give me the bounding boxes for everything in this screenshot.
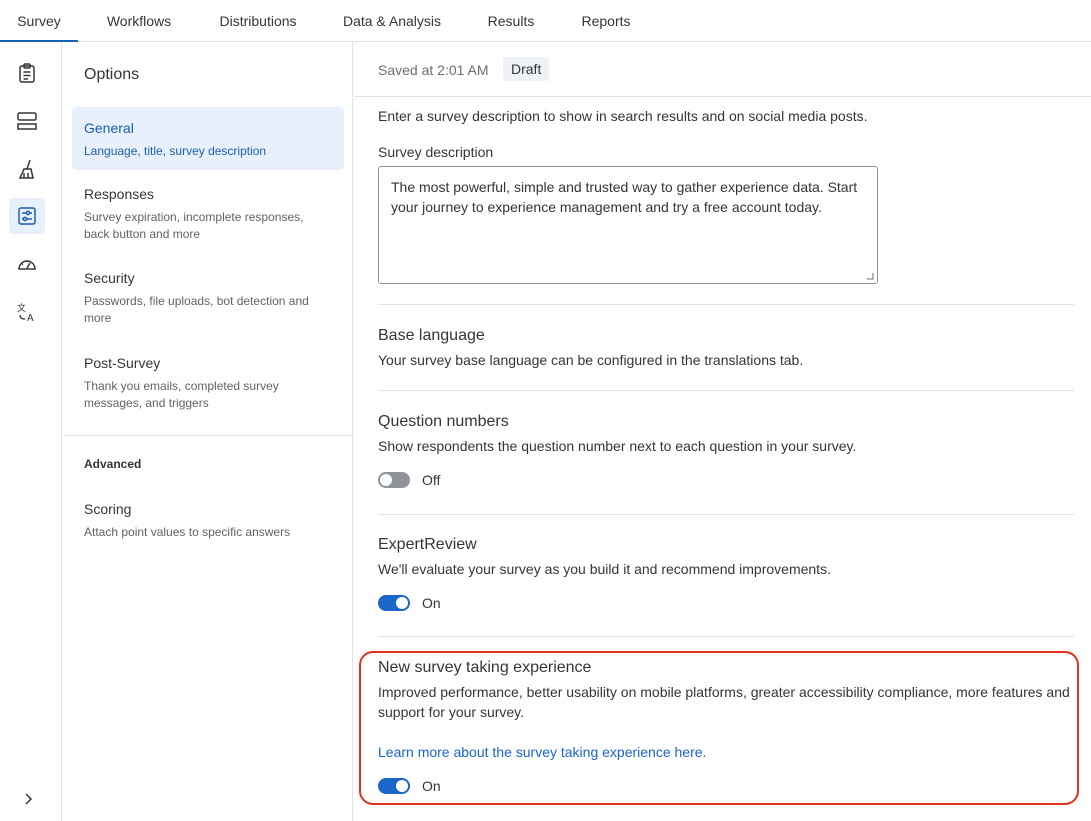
expert-review-state: On xyxy=(422,595,441,611)
section-divider xyxy=(378,514,1074,515)
tab-results[interactable]: Results xyxy=(475,0,547,42)
learn-more-link[interactable]: Learn more about the survey taking exper… xyxy=(378,744,706,760)
svg-text:文: 文 xyxy=(17,302,26,314)
options-item-label: General xyxy=(84,120,134,136)
toggle-knob xyxy=(396,597,408,609)
paintbrush-icon xyxy=(18,159,34,179)
options-item-description: Survey expiration, incomplete responses,… xyxy=(84,210,304,241)
options-item-general[interactable]: General Language, title, survey descript… xyxy=(72,107,344,170)
tab-reports[interactable]: Reports xyxy=(569,0,643,42)
question-numbers-state: Off xyxy=(422,472,441,488)
base-language-title: Base language xyxy=(378,327,485,344)
options-sidebar: Options General Language, title, survey … xyxy=(63,42,353,821)
survey-flow-button[interactable] xyxy=(9,103,45,139)
svg-text:A: A xyxy=(27,313,34,323)
top-navigation: Survey Workflows Distributions Data & An… xyxy=(0,0,1091,42)
tab-data-analysis[interactable]: Data & Analysis xyxy=(331,0,453,42)
translate-survey-button[interactable]: 文 A xyxy=(9,294,45,330)
options-title: Options xyxy=(84,66,140,83)
options-item-description: Thank you emails, completed survey messa… xyxy=(84,379,279,410)
options-item-label: Scoring xyxy=(84,501,132,517)
general-options-panel: Saved at 2:01 AM Draft Enter a survey de… xyxy=(354,42,1091,821)
options-item-label: Security xyxy=(84,270,135,286)
question-numbers-description: Show respondents the question number nex… xyxy=(378,438,857,454)
description-label: Survey description xyxy=(378,144,494,160)
tool-rail: 文 A xyxy=(0,42,62,821)
new-experience-description: Improved performance, better usability o… xyxy=(378,684,1070,720)
survey-builder-button[interactable] xyxy=(9,55,45,91)
description-help-text: Enter a survey description to show in se… xyxy=(378,108,868,124)
toggle-knob xyxy=(380,474,392,486)
options-item-post-survey[interactable]: Post-Survey Thank you emails, completed … xyxy=(72,342,344,424)
options-item-scoring[interactable]: Scoring Attach point values to specific … xyxy=(72,488,344,553)
options-item-responses[interactable]: Responses Survey expiration, incomplete … xyxy=(72,173,344,255)
expert-review-toggle[interactable] xyxy=(378,595,410,611)
expert-review-description: We'll evaluate your survey as you build … xyxy=(378,561,831,577)
look-and-feel-button[interactable] xyxy=(9,151,45,187)
options-item-security[interactable]: Security Passwords, file uploads, bot de… xyxy=(72,257,344,339)
saved-timestamp: Saved at 2:01 AM xyxy=(378,62,489,78)
resize-handle-icon[interactable] xyxy=(866,272,874,280)
survey-options-button[interactable] xyxy=(9,198,45,234)
chevron-right-icon[interactable] xyxy=(19,790,37,808)
survey-flow-icon xyxy=(17,112,37,130)
toggle-knob xyxy=(396,780,408,792)
tab-workflows[interactable]: Workflows xyxy=(95,0,183,42)
gauge-icon xyxy=(18,260,36,270)
tab-distributions[interactable]: Distributions xyxy=(206,0,310,42)
options-item-label: Responses xyxy=(84,186,155,202)
status-badge: Draft xyxy=(503,57,550,81)
section-divider xyxy=(378,304,1074,305)
new-experience-title: New survey taking experience xyxy=(378,659,592,676)
options-item-description: Passwords, file uploads, bot detection a… xyxy=(84,294,309,325)
base-language-description: Your survey base language can be configu… xyxy=(378,352,804,368)
options-sliders-icon xyxy=(18,207,36,225)
translate-icon: 文 A xyxy=(17,302,34,323)
section-divider xyxy=(378,636,1074,637)
options-item-label: Post-Survey xyxy=(84,355,161,371)
new-experience-toggle[interactable] xyxy=(378,778,410,794)
options-item-description: Attach point values to specific answers xyxy=(84,525,291,539)
section-divider xyxy=(378,390,1074,391)
expert-review-title: ExpertReview xyxy=(378,536,477,553)
question-numbers-title: Question numbers xyxy=(378,413,509,430)
tools-gauge-button[interactable] xyxy=(9,246,45,282)
advanced-heading: Advanced xyxy=(84,457,142,471)
options-item-description: Language, title, survey description xyxy=(84,144,267,158)
question-numbers-toggle[interactable] xyxy=(378,472,410,488)
survey-description-value: The most powerful, simple and trusted wa… xyxy=(391,179,858,215)
tab-survey[interactable]: Survey xyxy=(0,0,78,42)
new-experience-state: On xyxy=(422,778,441,794)
clipboard-icon xyxy=(19,63,35,83)
save-status-bar: Saved at 2:01 AM Draft xyxy=(354,42,1091,97)
options-divider xyxy=(63,435,353,436)
survey-description-field[interactable]: The most powerful, simple and trusted wa… xyxy=(378,166,878,284)
